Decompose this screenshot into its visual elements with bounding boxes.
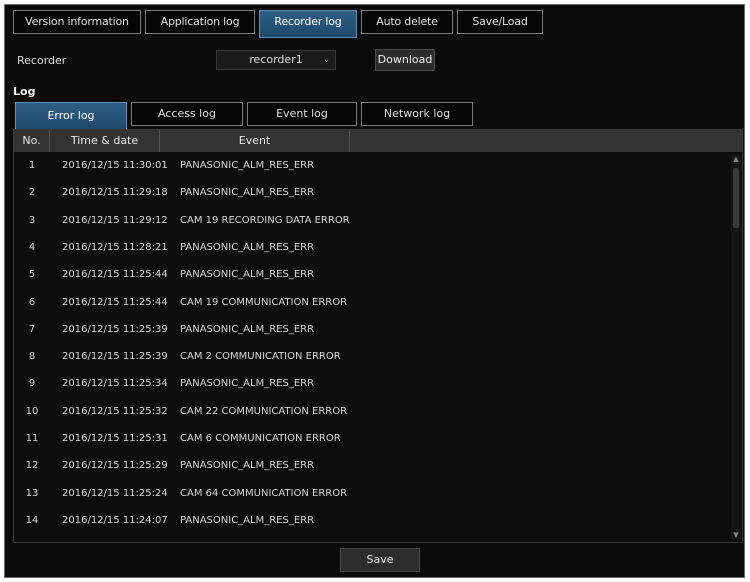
scrollbar-thumb[interactable]	[733, 168, 739, 228]
row-number: 10	[25, 405, 39, 417]
row-number: 12	[25, 460, 39, 472]
save-button[interactable]: Save	[340, 548, 420, 572]
row-event: CAM 2 COMMUNICATION ERROR	[180, 351, 341, 363]
row-time: 2016/12/15 11:25:24	[62, 487, 168, 499]
row-number: 13	[25, 487, 39, 499]
row-time: 2016/12/15 11:29:12	[62, 214, 168, 226]
table-row[interactable]: 1 2016/12/15 11:30:01 PANASONIC_ALM_RES_ER…	[14, 152, 730, 179]
row-time: 2016/12/15 11:25:29	[62, 460, 168, 472]
row-event: PANASONIC_ALM_RES_ERR	[180, 460, 315, 472]
log-window: Version information Application log Reco…	[4, 4, 745, 578]
tab-event-log[interactable]: Event log	[247, 102, 357, 126]
table-row[interactable]: 13 2016/12/15 11:25:24 CAM 64 COMMUNICATIO…	[14, 480, 730, 507]
row-time: 2016/12/15 11:25:44	[62, 269, 168, 281]
row-time: 2016/12/15 11:25:39	[62, 351, 168, 363]
row-event: PANASONIC_ALM_RES_ERR	[180, 378, 315, 390]
row-number: 11	[25, 433, 39, 444]
row-event: CAM 6 COMMUNICATION ERROR	[180, 433, 341, 444]
table-row[interactable]: 11 2016/12/15 11:25:31 CAM 6 COMMUNICATION…	[14, 425, 730, 452]
table-row[interactable]: 2 2016/12/15 11:29:18 PANASONIC_ALM_RES_ER…	[14, 179, 730, 206]
row-number: 4	[28, 241, 36, 253]
column-header-time: Time & date	[50, 130, 160, 152]
tab-recorder-log[interactable]: Recorder log	[259, 10, 357, 38]
table-scrollbar[interactable]: ▲ ▼	[731, 154, 741, 540]
row-number: 2	[28, 187, 36, 199]
table-row[interactable]: 7 2016/12/15 11:25:39 PANASONIC_ALM_RES_ER…	[14, 316, 730, 343]
row-event: PANASONIC_ALM_RES_ERR	[180, 241, 315, 253]
table-row[interactable]: 6 2016/12/15 11:25:44 CAM 19 COMMUNICATION…	[14, 289, 730, 316]
row-event: CAM 19 RECORDING DATA ERROR	[180, 214, 350, 226]
table-row[interactable]: 12 2016/12/15 11:25:29 PANASONIC_ALM_RES_E…	[14, 452, 730, 479]
scroll-up-icon[interactable]: ▲	[732, 154, 740, 164]
table-row[interactable]: 4 2016/12/15 11:28:21 PANASONIC_ALM_RES_ER…	[14, 234, 730, 261]
row-time: 2016/12/15 11:30:01	[62, 160, 168, 171]
row-time: 2016/12/15 11:25:39	[62, 323, 168, 335]
table-row[interactable]: 10 2016/12/15 11:25:32 CAM 22 COMMUNICATIO…	[14, 398, 730, 425]
row-event: CAM 22 COMMUNICATION ERROR	[180, 405, 348, 417]
row-number: 7	[28, 323, 36, 335]
tab-application-log[interactable]: Application log	[145, 10, 255, 34]
table-row[interactable]: 9 2016/12/15 11:25:34 PANASONIC_ALM_RES_ER…	[14, 370, 730, 397]
row-event: CAM 64 COMMUNICATION ERROR	[180, 487, 348, 499]
table-row[interactable]: 5 2016/12/15 11:25:44 PANASONIC_ALM_RES_ER…	[14, 261, 730, 288]
row-event: PANASONIC_ALM_RES_ERR	[180, 160, 315, 171]
tab-network-log[interactable]: Network log	[361, 102, 473, 126]
tab-save-load[interactable]: Save/Load	[457, 10, 543, 34]
table-row[interactable]: 14 2016/12/15 11:24:07 PANASONIC_ALM_RES_E…	[14, 507, 730, 534]
recorder-select[interactable]: recorder1 ⌄	[216, 50, 336, 70]
tab-error-log[interactable]: Error log	[15, 102, 127, 130]
recorder-select-value: recorder1	[249, 53, 303, 66]
row-number: 9	[28, 378, 36, 390]
row-time: 2016/12/15 11:25:44	[62, 296, 168, 308]
row-time: 2016/12/15 11:25:34	[62, 378, 168, 390]
log-section-heading: Log	[13, 85, 36, 98]
table-row[interactable]: 3 2016/12/15 11:29:12 CAM 19 RECORDING DAT…	[14, 207, 730, 234]
row-event: PANASONIC_ALM_RES_ERR	[180, 323, 315, 335]
row-time: 2016/12/15 11:28:21	[62, 241, 168, 253]
row-time: 2016/12/15 11:29:18	[62, 187, 168, 199]
table-row[interactable]: 8 2016/12/15 11:25:39 CAM 2 COMMUNICATION …	[14, 343, 730, 370]
row-event: PANASONIC_ALM_RES_ERR	[180, 514, 315, 526]
row-number: 14	[25, 514, 39, 526]
row-number: 5	[28, 269, 36, 281]
tab-version-information[interactable]: Version information	[13, 10, 141, 34]
chevron-down-icon: ⌄	[323, 55, 330, 64]
row-event: PANASONIC_ALM_RES_ERR	[180, 187, 315, 199]
table-header: No. Time & date Event	[14, 130, 742, 152]
tab-access-log[interactable]: Access log	[131, 102, 243, 126]
row-number: 3	[28, 214, 36, 226]
row-time: 2016/12/15 11:25:31	[62, 433, 168, 444]
row-number: 6	[28, 296, 36, 308]
recorder-label: Recorder	[17, 54, 67, 67]
tab-auto-delete[interactable]: Auto delete	[361, 10, 453, 34]
row-number: 8	[28, 351, 36, 363]
row-time: 2016/12/15 11:25:32	[62, 405, 168, 417]
column-header-no: No.	[14, 130, 50, 152]
row-number: 1	[28, 160, 36, 171]
error-log-table: No. Time & date Event 1 2016/12/15 11:30:…	[13, 129, 743, 543]
row-event: PANASONIC_ALM_RES_ERR	[180, 269, 315, 281]
scroll-down-icon[interactable]: ▼	[732, 530, 740, 540]
download-button[interactable]: Download	[375, 49, 435, 71]
row-event: CAM 19 COMMUNICATION ERROR	[180, 296, 348, 308]
column-header-event: Event	[160, 130, 350, 152]
row-time: 2016/12/15 11:24:07	[62, 514, 168, 526]
